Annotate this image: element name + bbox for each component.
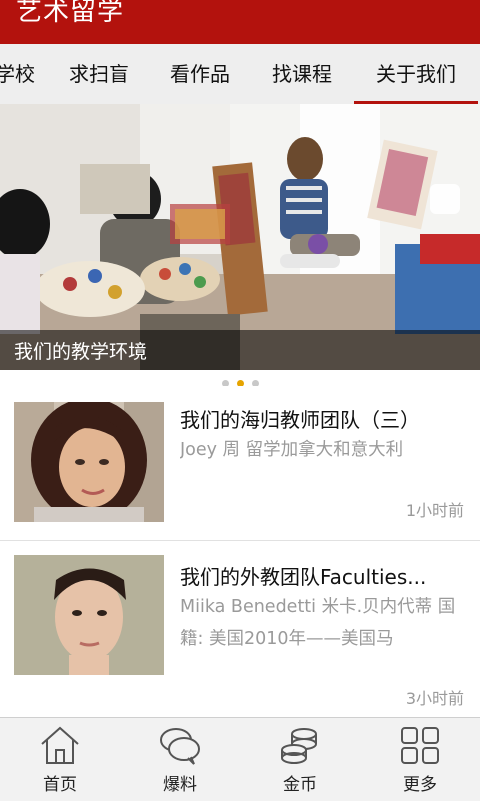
coins-icon: [281, 728, 317, 764]
article-thumbnail: [14, 402, 164, 522]
tab-school[interactable]: 学校: [0, 44, 36, 104]
nav-more-label: 更多: [403, 775, 437, 795]
app-title: 艺术留学: [16, 0, 125, 27]
nav-coins[interactable]: 金币: [240, 718, 360, 801]
article-title: 我们的海归教师团队（三）: [180, 408, 420, 432]
tab-basics[interactable]: 求扫盲: [62, 44, 136, 104]
article-thumbnail: [14, 555, 164, 675]
nav-home[interactable]: 首页: [0, 718, 120, 801]
nav-coins-label: 金币: [283, 775, 317, 795]
banner-caption: 我们的教学环境: [14, 341, 148, 363]
nav-news-label: 爆料: [163, 775, 197, 795]
bottom-navigation: 首页 爆料 金币 更多: [0, 717, 480, 801]
article-timestamp: 3小时前: [405, 689, 464, 708]
tab-works[interactable]: 看作品: [163, 44, 237, 104]
carousel-indicator: [0, 372, 480, 387]
banner-carousel[interactable]: 我们的教学环境: [0, 104, 480, 370]
nav-news[interactable]: 爆料: [120, 718, 240, 801]
app-header: 艺术留学: [0, 0, 480, 44]
tab-courses[interactable]: 找课程: [265, 44, 339, 104]
article-item[interactable]: 我们的海归教师团队（三） Joey 周 留学加拿大和意大利 1小时前: [0, 386, 480, 541]
chat-bubble-icon: [160, 728, 200, 765]
article-timestamp: 1小时前: [405, 501, 464, 520]
category-tabs: 学校 求扫盲 看作品 找课程 关于我们: [0, 44, 480, 105]
nav-more[interactable]: 更多: [360, 718, 480, 801]
tab-about-us[interactable]: 关于我们: [354, 44, 478, 104]
home-icon: [41, 726, 79, 764]
article-title: 我们的外教团队Faculties...: [180, 565, 427, 589]
article-description: Miika Benedetti 米卡.贝内代蒂 国籍: 美国2010年——美国马: [180, 597, 456, 649]
nav-home-label: 首页: [43, 775, 77, 795]
article-description: Joey 周 留学加拿大和意大利: [180, 440, 404, 460]
grid-icon: [401, 727, 439, 764]
article-item[interactable]: 我们的外教团队Faculties... Miika Benedetti 米卡.贝…: [0, 541, 480, 718]
